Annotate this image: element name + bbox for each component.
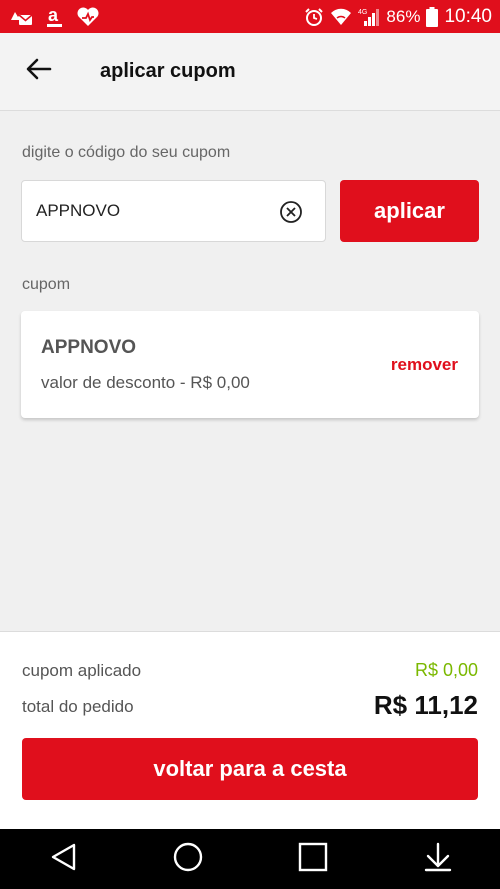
apply-button[interactable]: aplicar [340, 180, 479, 242]
notification-app-icon [8, 6, 34, 28]
signal-icon: 4G [358, 7, 380, 27]
coupon-code-input[interactable] [36, 201, 266, 221]
status-notifications: a [8, 5, 100, 29]
coupon-section-label: cupom [22, 276, 71, 293]
svg-text:a: a [48, 5, 59, 25]
order-total-label: total do pedido [22, 697, 134, 716]
svg-text:4G: 4G [358, 9, 367, 16]
coupon-applied-value: R$ 0,00 [414, 660, 478, 680]
back-triangle-icon [49, 842, 77, 877]
coupon-card: APPNOVO valor de desconto - R$ 0,00 remo… [21, 311, 479, 418]
recents-square-icon [298, 842, 328, 877]
back-button[interactable] [0, 33, 78, 111]
remove-coupon-button[interactable]: remover [391, 355, 458, 375]
order-total-value: R$ 11,12 [373, 690, 478, 720]
nav-recents-button[interactable] [283, 829, 343, 889]
heart-app-icon [76, 6, 100, 28]
app-bar: aplicar cupom [0, 33, 500, 111]
system-nav-bar [0, 829, 500, 889]
status-system: 4G 86% 10:40 [304, 6, 492, 28]
coupon-code-field[interactable] [21, 180, 326, 242]
nav-notifications-button[interactable] [408, 829, 468, 889]
back-to-basket-button[interactable]: voltar para a cesta [22, 738, 478, 800]
download-arrow-icon [423, 842, 453, 877]
order-summary-panel: cupom aplicado R$ 0,00 total do pedido R… [0, 631, 500, 829]
coupon-card-discount: valor de desconto - R$ 0,00 [41, 373, 250, 392]
wifi-icon [330, 8, 352, 26]
amazon-a-icon: a [46, 5, 64, 29]
status-bar: a 4G 86% 10:40 [0, 0, 500, 33]
home-circle-icon [172, 841, 204, 878]
status-time: 10:40 [444, 5, 492, 27]
clear-circle-icon[interactable] [279, 200, 303, 224]
nav-home-button[interactable] [158, 829, 218, 889]
nav-back-button[interactable] [33, 829, 93, 889]
alarm-icon [304, 7, 324, 27]
coupon-card-code: APPNOVO [41, 337, 137, 358]
arrow-left-icon [26, 58, 52, 85]
coupon-applied-label: cupom aplicado [22, 661, 142, 680]
coupon-input-label: digite o código do seu cupom [22, 144, 231, 161]
page-title: aplicar cupom [100, 60, 236, 82]
battery-percent: 86% [386, 6, 421, 26]
battery-icon [426, 6, 439, 27]
